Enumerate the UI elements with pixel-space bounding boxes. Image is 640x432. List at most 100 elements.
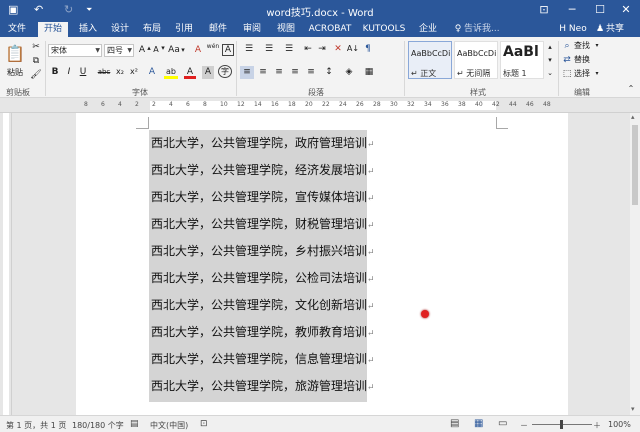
minimize-icon[interactable]: ─ — [558, 0, 586, 20]
align-center-icon[interactable]: ≡ — [256, 66, 270, 79]
tab-references[interactable]: 引用 — [170, 22, 198, 37]
font-family-select[interactable]: 宋体 ▼ — [48, 44, 102, 57]
replace-button[interactable]: 替换 — [574, 54, 592, 67]
distributed-icon[interactable]: ≡ — [304, 66, 318, 79]
tab-enterprise[interactable]: 企业 — [414, 22, 442, 37]
proofing-icon[interactable]: ▤ — [130, 419, 139, 429]
style-normal[interactable]: AaBbCcDi ↵ 正文 — [408, 41, 452, 79]
bullets-icon[interactable]: ☰ — [242, 43, 256, 56]
chinese-layout-icon[interactable]: ✕ — [332, 43, 344, 56]
underline-icon[interactable]: U — [78, 66, 88, 79]
language[interactable]: 中文(中国) — [150, 420, 188, 431]
zoom-slider-thumb[interactable] — [560, 420, 563, 429]
tab-design[interactable]: 设计 — [106, 22, 134, 37]
align-right-icon[interactable]: ≡ — [272, 66, 286, 79]
styles-scroll-down-icon[interactable]: ▾ — [545, 54, 555, 67]
paragraph-line[interactable]: 西北大学，公共管理学院，旅游管理培训↵ — [151, 377, 375, 394]
paragraph-line[interactable]: 西北大学，公共管理学院，宣传媒体培训↵ — [151, 188, 375, 205]
styles-more-icon[interactable]: ⌄ — [545, 67, 555, 80]
document-page[interactable]: 西北大学，公共管理学院，政府管理培训↵ 西北大学，公共管理学院，经济发展培训↵ 西北… — [76, 113, 568, 415]
style-no-spacing[interactable]: AaBbCcDi ↵ 无间隔 — [454, 41, 498, 79]
collapse-ribbon-icon[interactable]: ⌃ — [626, 83, 636, 96]
share-button[interactable]: 共享 — [606, 22, 636, 37]
cut-icon[interactable]: ✂ — [30, 41, 42, 54]
style-heading-1[interactable]: AaBl 标题 1 — [500, 41, 544, 79]
sort-icon[interactable]: A↓ — [346, 43, 360, 56]
tab-review[interactable]: 审阅 — [238, 22, 266, 37]
line-spacing-icon[interactable]: ↕ — [322, 66, 336, 79]
find-button[interactable]: 查找 — [574, 40, 592, 53]
page-count[interactable]: 第 1 页，共 1 页 — [6, 420, 66, 431]
text-effects-icon[interactable]: A — [146, 66, 158, 79]
paste-button[interactable]: 粘贴 — [4, 67, 26, 80]
borders-icon[interactable]: ▦ — [362, 66, 376, 79]
ribbon-options-icon[interactable]: ⊡ — [530, 0, 558, 20]
tab-insert[interactable]: 插入 — [74, 22, 102, 37]
multilevel-list-icon[interactable]: ☰ — [282, 43, 296, 56]
styles-scroll-up-icon[interactable]: ▴ — [545, 41, 555, 54]
paragraph-line[interactable]: 西北大学，公共管理学院，乡村振兴培训↵ — [151, 242, 375, 259]
paragraph-line[interactable]: 西北大学，公共管理学院，公检司法培训↵ — [151, 269, 375, 286]
scroll-thumb[interactable] — [632, 125, 638, 205]
character-shading-icon[interactable]: A — [202, 66, 214, 79]
bold-icon[interactable]: B — [50, 66, 60, 79]
paragraph-line[interactable]: 西北大学，公共管理学院，教师教育培训↵ — [151, 323, 375, 340]
maximize-icon[interactable]: ☐ — [586, 0, 614, 20]
tell-me-search[interactable]: 告诉我... — [464, 22, 508, 37]
increase-indent-icon[interactable]: ⇥ — [316, 43, 328, 56]
vertical-scrollbar[interactable]: ▴ ▾ — [630, 113, 640, 415]
document-area[interactable]: 西北大学，公共管理学院，政府管理培训↵ 西北大学，公共管理学院，经济发展培训↵ 西北… — [12, 113, 630, 415]
enclose-characters-icon[interactable]: 字 — [218, 65, 232, 78]
copy-icon[interactable]: ⧉ — [30, 55, 42, 68]
shading-icon[interactable]: ◈ — [342, 66, 356, 79]
zoom-level[interactable]: 100% — [608, 420, 631, 429]
numbering-icon[interactable]: ☰ — [262, 43, 276, 56]
web-layout-icon[interactable]: ▭ — [498, 418, 507, 429]
horizontal-ruler[interactable]: 8 6 4 2 2 4 6 8 10 12 14 16 18 20 22 24 26 28 30 32 34 36 38 40… — [0, 98, 640, 113]
italic-icon[interactable]: I — [64, 66, 74, 79]
paragraph-line[interactable]: 西北大学，公共管理学院，政府管理培训↵ — [151, 134, 375, 151]
tab-home[interactable]: 开始 — [38, 22, 68, 37]
superscript-icon[interactable]: x² — [128, 66, 140, 79]
highlight-icon[interactable]: ab — [164, 66, 178, 79]
paragraph-line[interactable]: 西北大学，公共管理学院，财税管理培训↵ — [151, 215, 375, 232]
user-name[interactable]: H Neo — [556, 22, 590, 37]
print-layout-icon[interactable]: ▦ — [474, 418, 483, 429]
tab-kutools[interactable]: KUTOOLS — [360, 22, 408, 37]
shrink-font-icon[interactable]: A — [152, 44, 160, 57]
strikethrough-icon[interactable]: abc — [96, 66, 112, 79]
font-size-select[interactable]: 四号 ▼ — [104, 44, 134, 57]
phonetic-guide-icon[interactable]: wén — [206, 41, 220, 54]
subscript-icon[interactable]: x₂ — [114, 66, 126, 79]
read-mode-icon[interactable]: ▤ — [450, 418, 459, 429]
character-border-icon[interactable]: A — [222, 44, 234, 56]
scroll-up-icon[interactable]: ▴ — [631, 113, 635, 121]
show-marks-icon[interactable]: ¶ — [362, 43, 374, 56]
zoom-out-button[interactable]: － — [520, 420, 528, 431]
tab-mailings[interactable]: 邮件 — [204, 22, 232, 37]
align-left-icon[interactable]: ≡ — [240, 66, 254, 79]
tab-layout[interactable]: 布局 — [138, 22, 166, 37]
zoom-in-button[interactable]: ＋ — [593, 420, 601, 431]
decrease-indent-icon[interactable]: ⇤ — [302, 43, 314, 56]
change-case-icon[interactable]: Aa — [168, 44, 180, 57]
paragraph-line[interactable]: 西北大学，公共管理学院，经济发展培训↵ — [151, 161, 375, 178]
select-button[interactable]: 选择 — [574, 68, 592, 81]
paste-icon[interactable]: 📋 — [4, 43, 26, 65]
paragraph-line[interactable]: 西北大学，公共管理学院，文化创新培训↵ — [151, 296, 375, 313]
tab-view[interactable]: 视图 — [272, 22, 300, 37]
tab-file[interactable]: 文件 — [2, 22, 32, 37]
paragraph-mark-icon: ↵ — [367, 248, 375, 258]
vertical-ruler[interactable] — [0, 113, 12, 415]
word-count[interactable]: 180/180 个字 — [72, 420, 124, 431]
tab-acrobat[interactable]: ACROBAT — [306, 22, 354, 37]
grow-font-icon[interactable]: A — [138, 44, 146, 57]
font-color-icon[interactable]: A — [184, 66, 196, 79]
justify-icon[interactable]: ≡ — [288, 66, 302, 79]
macro-icon[interactable]: ⊡ — [200, 419, 208, 429]
scroll-down-icon[interactable]: ▾ — [631, 405, 635, 413]
paragraph-line[interactable]: 西北大学，公共管理学院，信息管理培训↵ — [151, 350, 375, 367]
close-icon[interactable]: ✕ — [612, 0, 640, 20]
clear-formatting-icon[interactable]: A — [192, 44, 204, 57]
format-painter-icon[interactable]: 🖌 — [30, 69, 42, 82]
